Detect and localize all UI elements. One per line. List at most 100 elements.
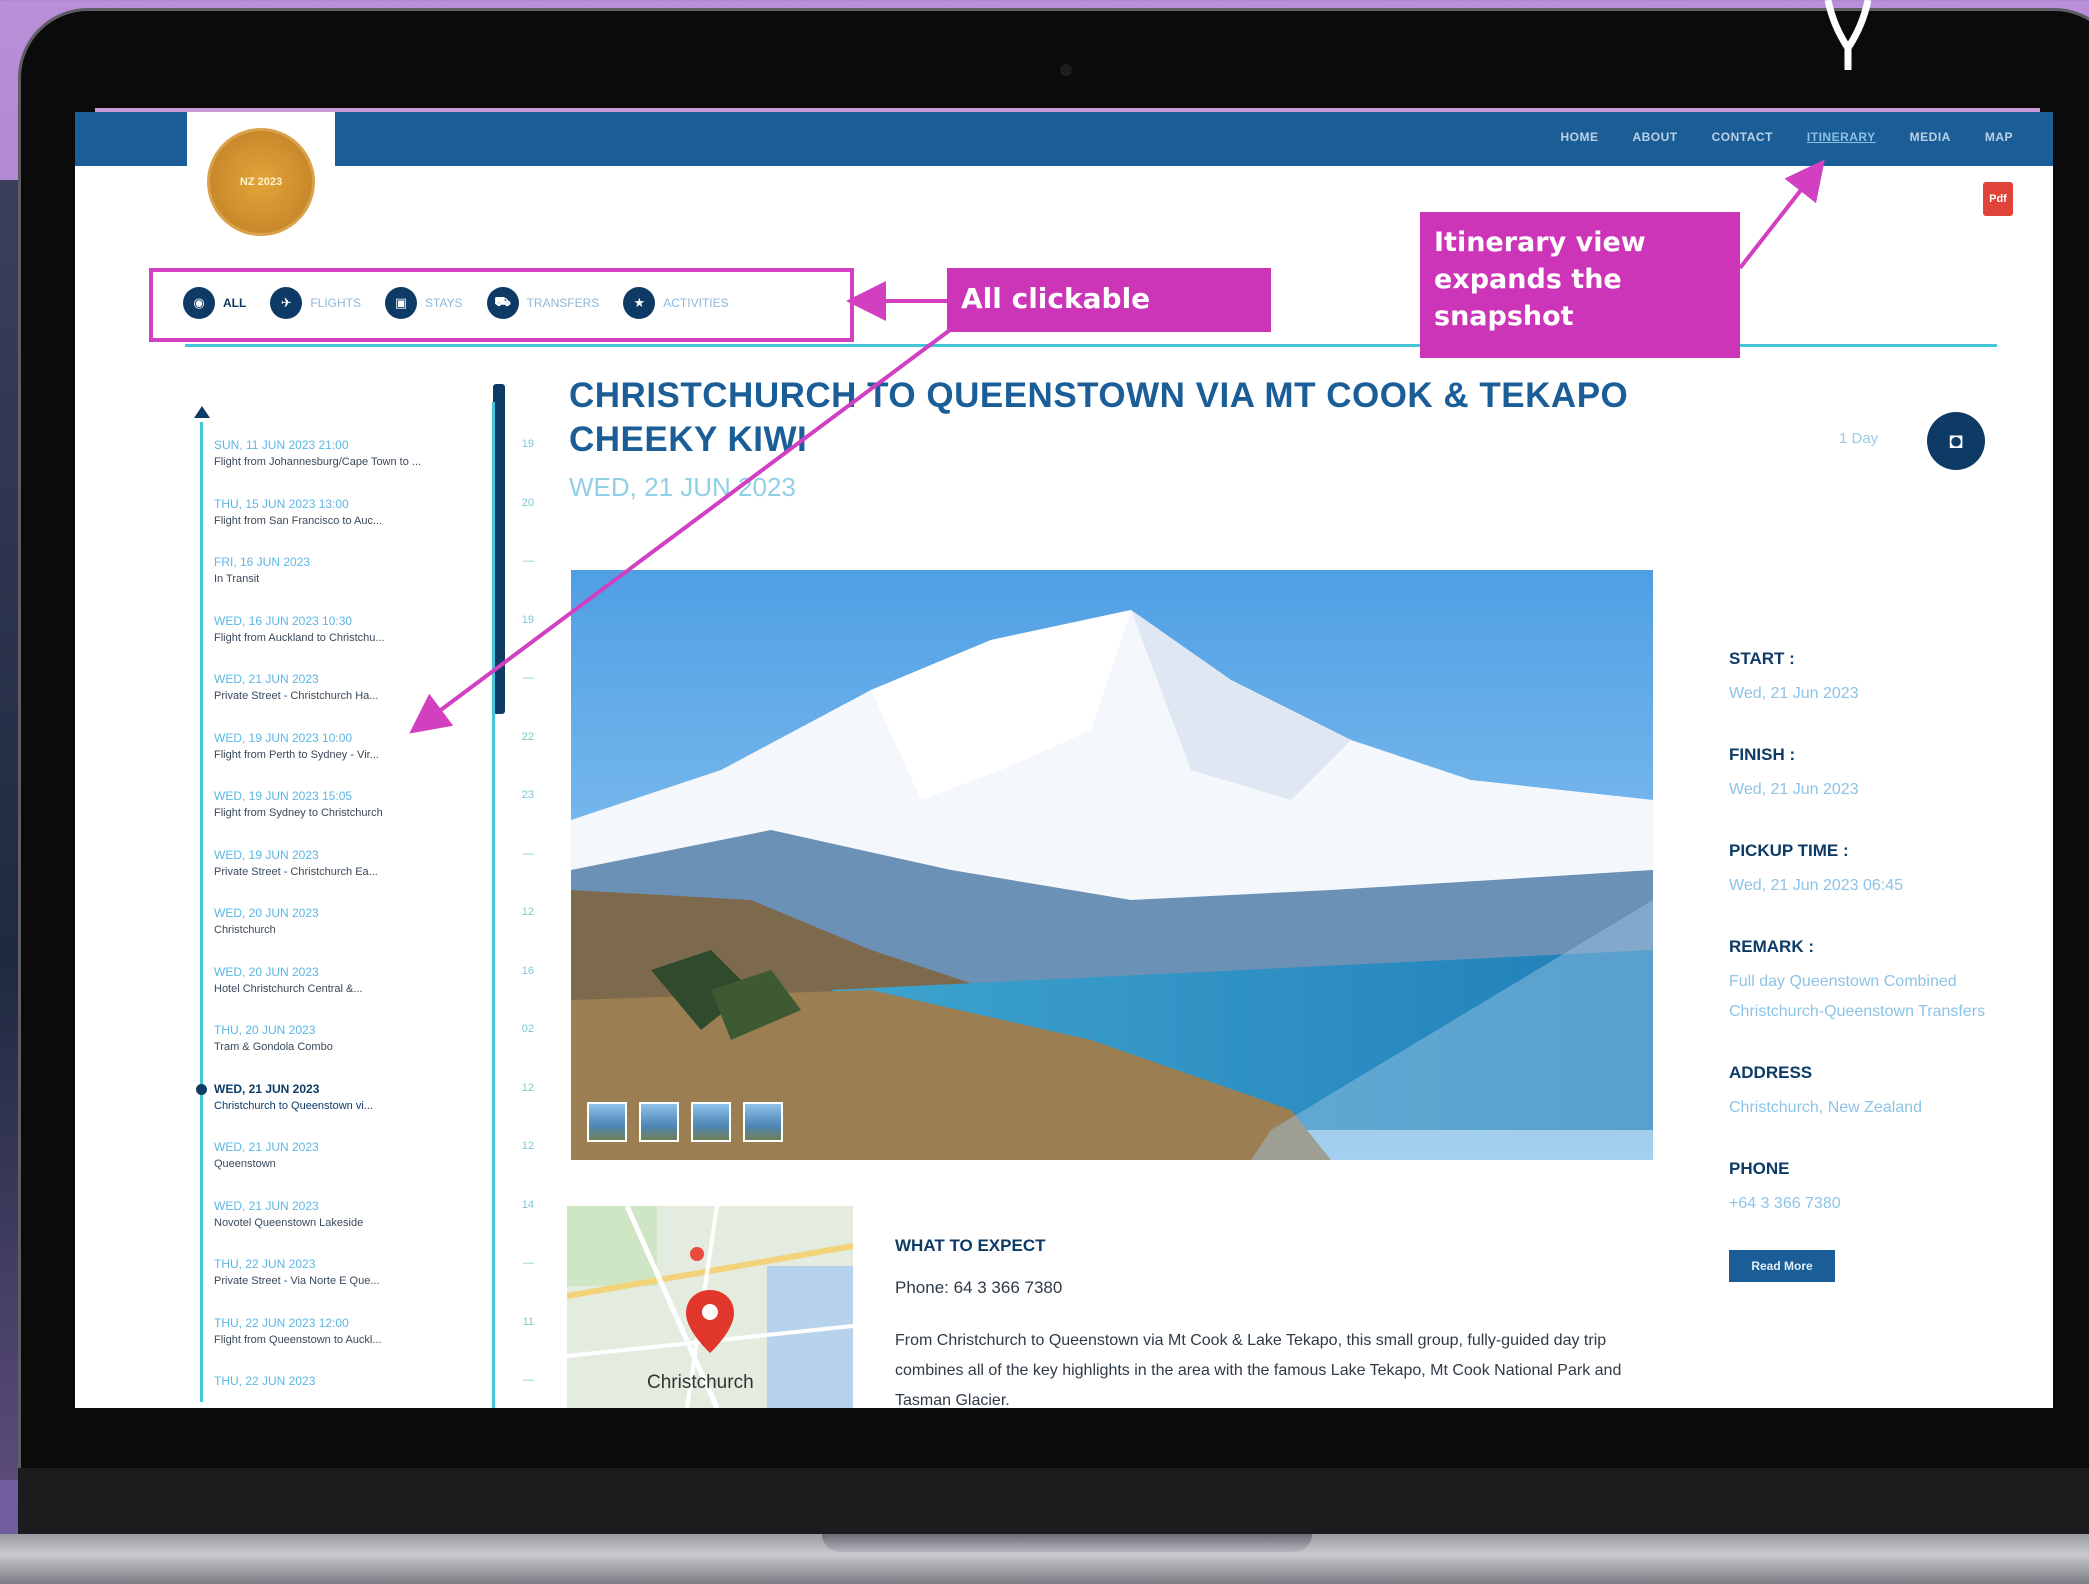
camera-button[interactable]: ◘	[1927, 412, 1985, 470]
timeline-item-title: Novotel Queenstown Lakeside	[214, 1216, 364, 1229]
timeline-item-title: Hotel Christchurch Central &...	[214, 982, 363, 995]
timeline-item[interactable]: WED, 21 JUN 2023 Novotel Queenstown Lakes…	[214, 1199, 534, 1229]
timeline-item-title: Flight from Auckland to Christchu...	[214, 631, 385, 644]
itinerary-timeline: SUN, 11 JUN 2023 21:00 Flight from Johann…	[190, 402, 550, 1408]
gallery-thumb[interactable]	[743, 1102, 783, 1142]
timeline-item[interactable]: WED, 19 JUN 2023 15:05 Flight from Sydney…	[214, 789, 534, 819]
timeline-item-title: Flight from Queenstown to Auckl...	[214, 1333, 382, 1346]
timeline-item-count: 11	[522, 1315, 534, 1328]
page-title: CHRISTCHURCH TO QUEENSTOWN VIA MT COOK &…	[569, 376, 1629, 459]
timeline-item-count: 22	[521, 730, 534, 743]
timeline-item-date: WED, 21 JUN 2023	[214, 1140, 319, 1154]
gallery-thumb[interactable]	[639, 1102, 679, 1142]
timeline-item-date: THU, 22 JUN 2023	[214, 1257, 316, 1271]
laptop-notch	[822, 1534, 1312, 1552]
timeline-item-count: 19	[521, 613, 534, 626]
timeline-item[interactable]: WED, 21 JUN 2023 Private Street - Christc…	[214, 672, 534, 702]
timeline-item-date: WED, 20 JUN 2023	[214, 906, 319, 920]
detail-remark-label: REMARK :	[1729, 937, 1814, 956]
detail-finish-value: Wed, 21 Jun 2023	[1729, 781, 1859, 798]
nav-media[interactable]: MEDIA	[1910, 130, 1951, 144]
laptop-hinge	[18, 1468, 2089, 1534]
timeline-item[interactable]: WED, 21 JUN 2023 Christchurch to Queensto…	[214, 1082, 534, 1112]
read-more-button[interactable]: Read More	[1729, 1250, 1835, 1282]
timeline-current-dot	[196, 1083, 207, 1095]
detail-address-label: ADDRESS	[1729, 1063, 1813, 1082]
timeline-item[interactable]: THU, 22 JUN 2023 Private Street - Via Nor…	[214, 1257, 534, 1287]
timeline-item-count: 19	[521, 438, 534, 450]
nav-contact[interactable]: CONTACT	[1712, 130, 1773, 144]
timeline-item-count: —	[523, 555, 534, 567]
timeline-item[interactable]: WED, 19 JUN 2023 Private Street - Christc…	[214, 848, 534, 878]
timeline-item-title: Flight from San Francisco to Auc...	[214, 514, 383, 527]
timeline-item-date: WED, 21 JUN 2023	[214, 1081, 320, 1096]
timeline-item-count: 16	[521, 964, 534, 977]
timeline-item[interactable]: FRI, 16 JUN 2023 In Transit —	[214, 555, 534, 585]
timeline-item-date: THU, 22 JUN 2023 12:00	[214, 1315, 349, 1330]
timeline-item[interactable]: THU, 22 JUN 2023 —	[214, 1374, 534, 1392]
timeline-item-date: WED, 21 JUN 2023	[214, 672, 319, 686]
activity-description: From Christchurch to Queenstown via Mt C…	[895, 1332, 1622, 1408]
detail-start-label: START :	[1729, 649, 1795, 668]
timeline-item[interactable]: WED, 20 JUN 2023 Hotel Christchurch Centr…	[214, 965, 534, 995]
timeline-item-count: 12	[521, 1140, 534, 1152]
camera-icon: ◘	[1949, 428, 1963, 453]
pointer-arrow-icon	[1824, 0, 1872, 70]
nav-itinerary[interactable]: ITINERARY	[1807, 130, 1876, 144]
timeline-item[interactable]: WED, 20 JUN 2023 Christchurch 12	[214, 906, 534, 936]
timeline-item[interactable]: THU, 15 JUN 2023 13:00 Flight from San Fr…	[214, 497, 534, 527]
timeline-item-date: FRI, 16 JUN 2023	[214, 555, 311, 569]
timeline-item-count: 23	[521, 789, 534, 801]
timeline-item-count: 02	[521, 1023, 534, 1035]
detail-phone-label: PHONE	[1729, 1159, 1790, 1178]
timeline-item[interactable]: WED, 16 JUN 2023 10:30 Flight from Auckla…	[214, 614, 534, 644]
timeline-item-count: 12	[521, 906, 534, 918]
timeline-item-date: WED, 21 JUN 2023	[214, 1198, 319, 1213]
timeline-item-title: Flight from Johannesburg/Cape Town to ..…	[214, 456, 422, 468]
gallery-thumbnails	[587, 1102, 783, 1142]
timeline-item-title: In Transit	[214, 573, 260, 585]
timeline-item-date: THU, 15 JUN 2023 13:00	[214, 496, 349, 511]
pdf-icon[interactable]: Pdf	[1983, 182, 2013, 216]
timeline-item-count: 12	[521, 1081, 534, 1094]
nav-home[interactable]: HOME	[1560, 130, 1598, 144]
detail-pickup-value: Wed, 21 Jun 2023 06:45	[1729, 877, 1904, 894]
timeline-item-title: Tram & Gondola Combo	[214, 1041, 333, 1053]
timeline-item-date: SUN, 11 JUN 2023 21:00	[214, 438, 349, 452]
timeline-item[interactable]: THU, 20 JUN 2023 Tram & Gondola Combo 02	[214, 1023, 534, 1053]
top-navigation-bar: HOME ABOUT CONTACT ITINERARY MEDIA MAP	[75, 112, 2053, 166]
callout-all-clickable: All clickable	[947, 268, 1271, 332]
timeline-item-count: —	[523, 847, 534, 860]
detail-remark-value: Full day Queenstown Combined Christchurc…	[1729, 973, 1986, 1020]
what-to-expect-heading: WHAT TO EXPECT	[895, 1236, 1046, 1255]
nav-map[interactable]: MAP	[1985, 130, 2013, 144]
filter-highlight-box	[149, 268, 854, 342]
timeline-item-date: WED, 19 JUN 2023 10:00	[214, 730, 353, 745]
timeline-item-title: Christchurch	[214, 924, 276, 936]
timeline-item[interactable]: THU, 22 JUN 2023 12:00 Flight from Queens…	[214, 1316, 534, 1346]
nav-about[interactable]: ABOUT	[1632, 130, 1677, 144]
detail-start-value: Wed, 21 Jun 2023	[1729, 685, 1859, 702]
timeline-item[interactable]: WED, 19 JUN 2023 10:00 Flight from Perth …	[214, 731, 534, 761]
location-map[interactable]: Christchurch	[567, 1206, 853, 1408]
timeline-item-count: —	[523, 1257, 534, 1269]
site-logo[interactable]: NZ 2023	[207, 128, 315, 236]
timeline-item[interactable]: WED, 21 JUN 2023 Queenstown 12	[214, 1140, 534, 1170]
timeline-item-count: —	[523, 672, 534, 684]
timeline-item-date: WED, 19 JUN 2023 15:05	[214, 789, 353, 803]
timeline-top-arrow-icon[interactable]	[194, 406, 210, 418]
map-city-label: Christchurch	[647, 1372, 754, 1393]
gallery-thumb[interactable]	[691, 1102, 731, 1142]
timeline-item-title: Queenstown	[214, 1158, 276, 1170]
gallery-thumb[interactable]	[587, 1102, 627, 1142]
details-panel: START : Wed, 21 Jun 2023 FINISH : Wed, 2…	[1729, 649, 2009, 1255]
timeline-item-title: Private Street - Via Norte E Que...	[214, 1275, 380, 1287]
timeline-item-date: THU, 20 JUN 2023	[214, 1023, 316, 1037]
detail-finish-label: FINISH :	[1729, 745, 1796, 764]
hero-image	[571, 570, 1653, 1160]
detail-pickup-label: PICKUP TIME :	[1729, 841, 1849, 860]
logo-text: NZ 2023	[239, 176, 283, 188]
timeline-item-date: WED, 20 JUN 2023	[214, 964, 319, 979]
timeline-item[interactable]: SUN, 11 JUN 2023 21:00 Flight from Johann…	[214, 438, 534, 468]
timeline-line	[200, 422, 203, 1402]
